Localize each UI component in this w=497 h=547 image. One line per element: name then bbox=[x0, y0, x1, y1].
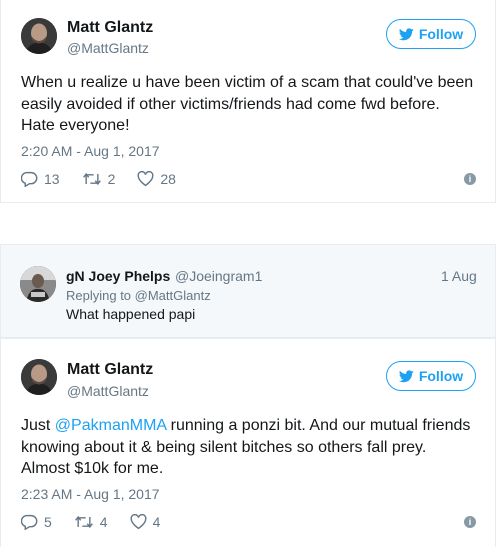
reply-count: 5 bbox=[44, 514, 52, 530]
reply-tweet[interactable]: gN Joey Phelps @Joeingram1 1 Aug Replyin… bbox=[0, 244, 496, 338]
avatar[interactable] bbox=[21, 359, 57, 395]
thread-gap bbox=[0, 203, 497, 244]
like-button[interactable]: 4 bbox=[130, 514, 161, 530]
retweet-icon bbox=[74, 515, 93, 529]
tweet-actions: 5 4 4 bbox=[21, 514, 182, 530]
timestamp[interactable]: 2:20 AM - Aug 1, 2017 bbox=[21, 143, 160, 159]
tweet-actions: 13 2 28 bbox=[21, 171, 198, 187]
tweet-card[interactable]: Matt Glantz @MattGlantz Follow When u re… bbox=[0, 0, 496, 203]
reply-text: What happened papi bbox=[66, 306, 196, 322]
reply-icon bbox=[21, 171, 38, 187]
author-name[interactable]: gN Joey Phelps bbox=[66, 268, 170, 284]
like-count: 28 bbox=[160, 171, 176, 187]
retweet-button[interactable]: 2 bbox=[82, 171, 116, 187]
tweet-text-line: knowing about it & being silent bitches … bbox=[21, 438, 427, 456]
retweet-icon bbox=[82, 172, 101, 186]
tweet-text-line: easily avoided if other victims/friends … bbox=[21, 95, 440, 113]
text-segment: running a ponzi bit. And our mutual frie… bbox=[166, 417, 471, 434]
tweet-text-line: Hate everyone! bbox=[21, 117, 130, 134]
avatar[interactable] bbox=[21, 18, 57, 54]
reply-count: 13 bbox=[44, 171, 60, 187]
follow-label: Follow bbox=[418, 26, 464, 42]
reply-icon bbox=[21, 514, 38, 530]
like-count: 4 bbox=[152, 514, 161, 530]
reply-button[interactable]: 13 bbox=[21, 171, 60, 187]
tweet-text-line: When u realize u have been victim of a s… bbox=[21, 74, 474, 91]
author-name[interactable]: Matt Glantz bbox=[67, 19, 153, 37]
follow-label: Follow bbox=[418, 368, 464, 384]
follow-button[interactable]: Follow bbox=[386, 361, 476, 391]
tweet-card[interactable]: Matt Glantz @MattGlantz Follow Just @Pak… bbox=[0, 338, 496, 547]
heart-icon bbox=[130, 514, 147, 530]
twitter-bird-icon bbox=[398, 27, 414, 40]
mention-link[interactable]: @PakmanMMA bbox=[55, 417, 166, 434]
follow-button[interactable]: Follow bbox=[386, 19, 476, 49]
twitter-bird-icon bbox=[398, 369, 414, 382]
timestamp[interactable]: 2:23 AM - Aug 1, 2017 bbox=[21, 486, 160, 502]
tweet-text: When u realize u have been victim of a s… bbox=[21, 72, 473, 137]
author-handle[interactable]: @MattGlantz bbox=[67, 40, 149, 56]
reply-button[interactable]: 5 bbox=[21, 514, 52, 530]
retweet-button[interactable]: 4 bbox=[74, 514, 108, 530]
info-icon[interactable]: i bbox=[464, 173, 476, 185]
retweet-count: 2 bbox=[107, 171, 116, 187]
heart-icon bbox=[137, 171, 154, 187]
replying-to[interactable]: Replying to @MattGlantz bbox=[66, 288, 211, 303]
like-button[interactable]: 28 bbox=[137, 171, 176, 187]
author-handle[interactable]: @Joeingram1 bbox=[175, 268, 262, 284]
author-name[interactable]: Matt Glantz bbox=[67, 361, 153, 379]
tweet-text-line: Almost $10k for me. bbox=[21, 460, 164, 477]
text-segment: Just bbox=[21, 417, 55, 434]
reply-date[interactable]: 1 Aug bbox=[441, 268, 477, 284]
author-handle[interactable]: @MattGlantz bbox=[67, 383, 149, 399]
tweet-text-line: Just @PakmanMMA running a ponzi bit. And… bbox=[21, 415, 470, 437]
tweet-text: Just @PakmanMMA running a ponzi bit. And… bbox=[21, 415, 470, 480]
avatar[interactable] bbox=[20, 266, 56, 302]
info-icon[interactable]: i bbox=[464, 516, 476, 528]
retweet-count: 4 bbox=[99, 514, 108, 530]
